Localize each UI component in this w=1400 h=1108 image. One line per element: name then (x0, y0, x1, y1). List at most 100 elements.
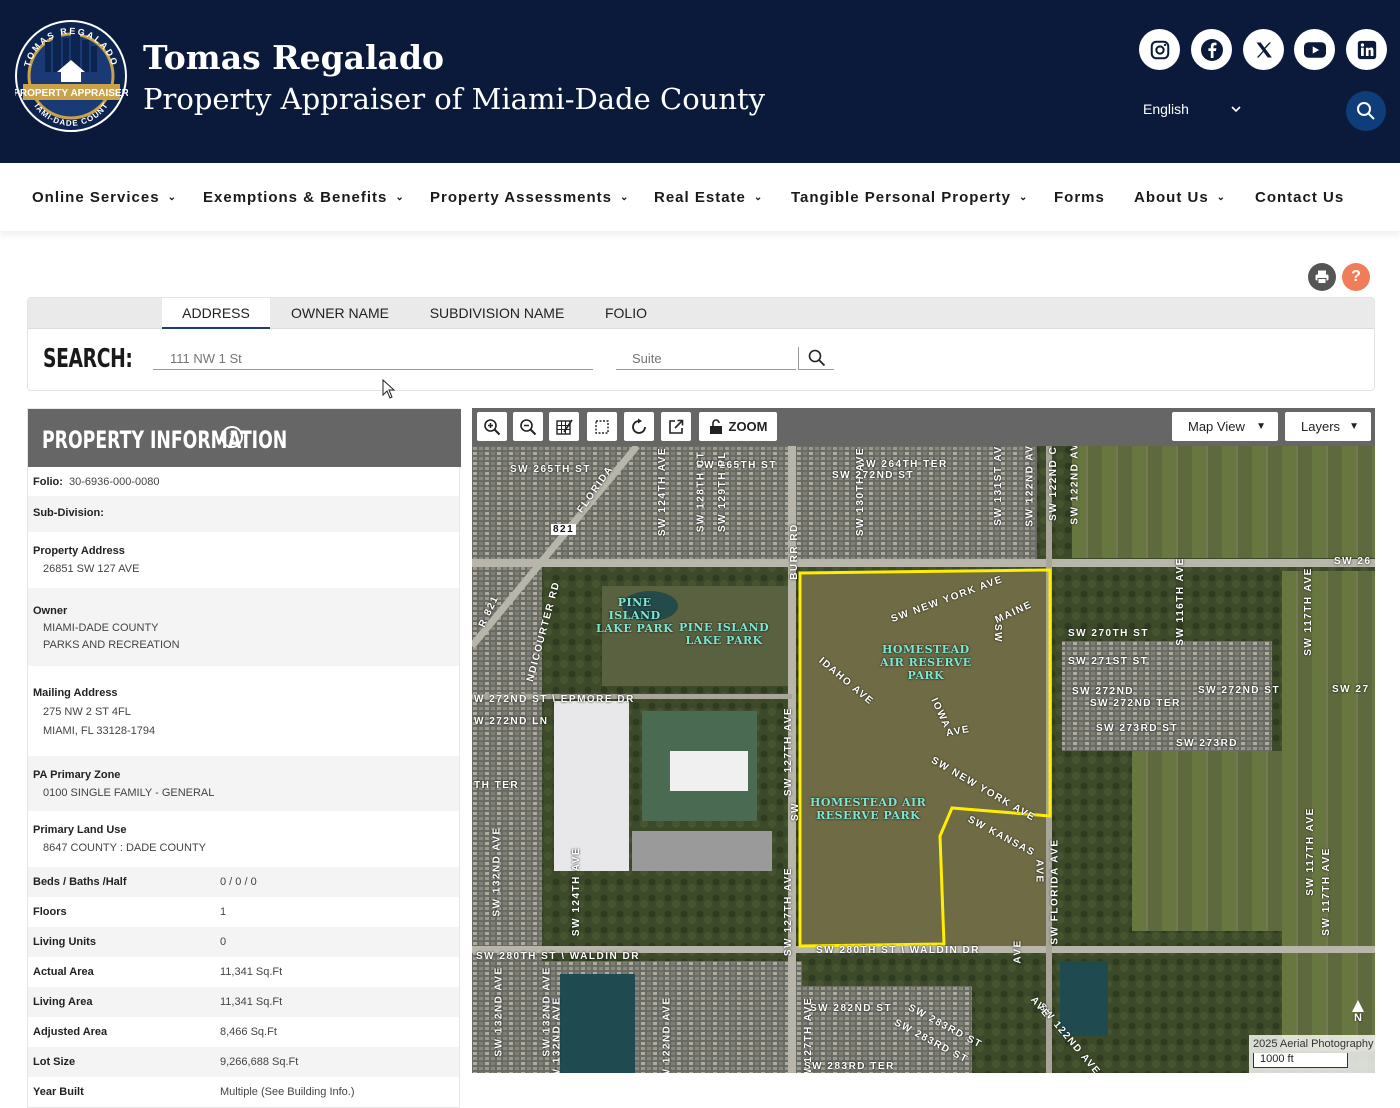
nav-exemptions-benefits[interactable]: Exemptions & Benefits ⌄ (203, 189, 405, 206)
lock-icon (709, 418, 722, 434)
print-icon[interactable] (1308, 263, 1336, 291)
park-label: PINE ISLAND LAKE PARK (679, 621, 770, 647)
aerial-map[interactable]: SW 265TH ST SW 265TH ST SW 264TH TER SW … (472, 446, 1375, 1073)
road-label: SW 127TH AVE (783, 706, 795, 797)
road-label: SW 264TH TER (858, 459, 948, 470)
nav-tangible-personal-property[interactable]: Tangible Personal Property ⌄ (791, 189, 1028, 206)
tab-folio[interactable]: FOLIO (594, 298, 658, 329)
road-label: SW 280TH ST \ WALDIN DR (816, 945, 980, 956)
zoom-in-icon[interactable] (477, 412, 507, 441)
road-label: SW 122ND AVE (1024, 446, 1036, 527)
road-label: AVE (1012, 939, 1024, 964)
road-label: SW 132ND AVE (551, 996, 563, 1073)
select-box-icon[interactable] (587, 412, 617, 441)
nav-online-services[interactable]: Online Services ⌄ (32, 189, 177, 206)
folio-row: Folio: 30-6936-000-0080 (28, 467, 459, 496)
north-arrow-label: N (1354, 1012, 1364, 1024)
fact-value: 9,266,688 Sq.Ft (220, 1056, 299, 1068)
fact-value: 0 (220, 936, 227, 948)
tab-address[interactable]: ADDRESS (162, 298, 270, 329)
road-label: SW 265TH ST (696, 460, 777, 471)
property-appraiser-logo[interactable]: PROPERTY APPRAISER TOMAS REGALADO MIAMI-… (15, 12, 128, 142)
road-label: SW (790, 801, 802, 822)
fact-value: 1 (220, 906, 227, 918)
linkedin-icon[interactable] (1346, 29, 1387, 70)
road-label: SW 127TH AVE (783, 866, 795, 957)
road-label: SW 26 (1334, 556, 1372, 567)
road-label: SW 124TH AVE (571, 846, 583, 937)
mailing-line2: MIAMI, FL 33128-1794 (43, 725, 156, 737)
primary-land-use-row: Primary Land Use 8647 COUNTY : DADE COUN… (28, 811, 459, 867)
chevron-down-icon: ⌄ (167, 192, 177, 203)
owner-line1: MIAMI-DADE COUNTY (43, 622, 159, 634)
property-information-panel: PROPERTY INFORMATION i Folio: 30-6936-00… (27, 408, 461, 1108)
road-label: 821 (551, 524, 577, 535)
road-label: SW 132ND AVE (491, 826, 503, 917)
road-label: AVE (1033, 859, 1045, 884)
road-label: SW 273RD ST (1096, 723, 1179, 734)
property-address-row: Property Address 26851 SW 127 AVE (28, 532, 459, 588)
primary-zone-label: PA Primary Zone (33, 769, 121, 781)
measure-icon[interactable] (549, 412, 579, 441)
property-address-label: Property Address (33, 545, 125, 557)
road-label: SW 27 (1332, 684, 1370, 695)
fact-label: Actual Area (33, 966, 94, 978)
road-label: SW 122ND AVE (1069, 446, 1081, 525)
fact-value: Multiple (See Building Info.) (220, 1086, 355, 1098)
address-search-input[interactable] (153, 347, 593, 370)
refresh-icon[interactable] (624, 412, 654, 441)
suite-input[interactable] (616, 347, 796, 370)
mailing-line1: 275 NW 2 ST 4FL (43, 706, 131, 718)
chevron-down-icon: ⌄ (753, 192, 764, 203)
map-view-select[interactable]: Map View ▼ (1172, 412, 1278, 441)
primary-land-use-label: Primary Land Use (33, 824, 127, 836)
road-label: SW 273RD (1176, 738, 1239, 749)
scale-bar: 1000 ft (1253, 1053, 1348, 1068)
nav-forms[interactable]: Forms (1054, 189, 1105, 206)
instagram-icon[interactable] (1139, 29, 1180, 70)
site-search-button[interactable] (1346, 91, 1386, 131)
fact-row: Beds / Baths /Half 0 / 0 / 0 (28, 867, 459, 897)
nav-about-us[interactable]: About Us ⌄ (1134, 189, 1226, 206)
caret-down-icon: ▼ (1256, 421, 1266, 432)
fact-row: Living Units 0 (28, 927, 459, 957)
zoom-out-icon[interactable] (513, 412, 543, 441)
map-toolbar: ZOOM Map View ▼ Layers ▼ (472, 408, 1375, 446)
property-address-value: 26851 SW 127 AVE (43, 563, 140, 575)
tab-subdivision-name[interactable]: SUBDIVISION NAME (422, 298, 572, 329)
mouse-cursor-icon (382, 379, 396, 399)
zoom-lock-button[interactable]: ZOOM (699, 412, 777, 441)
info-icon[interactable]: i (221, 426, 243, 448)
site-header: PROPERTY APPRAISER TOMAS REGALADO MIAMI-… (0, 0, 1400, 163)
chevron-down-icon: ⌄ (395, 192, 405, 203)
fact-row: Living Area 11,341 Sq.Ft (28, 987, 459, 1017)
x-icon[interactable] (1243, 29, 1284, 70)
logo-band-text: PROPERTY APPRAISER (15, 88, 128, 99)
chevron-down-icon: ⌄ (1216, 192, 1227, 203)
search-icon (1357, 102, 1375, 120)
nav-real-estate[interactable]: Real Estate ⌄ (654, 189, 763, 206)
fact-label: Floors (33, 906, 67, 918)
nav-contact-us[interactable]: Contact Us (1255, 189, 1344, 206)
help-icon[interactable]: ? (1342, 263, 1370, 291)
search-tabs: ADDRESS OWNER NAME SUBDIVISION NAME FOLI… (28, 298, 1374, 329)
external-link-icon[interactable] (661, 412, 691, 441)
road-label: SW 131ST AVE (992, 446, 1004, 526)
chevron-down-icon: ⌄ (620, 192, 630, 203)
main-nav: Online Services ⌄ Exemptions & Benefits ⌄ … (0, 163, 1400, 231)
road-label: SW 272ND ST (1198, 685, 1281, 696)
search-submit-button[interactable] (798, 347, 834, 370)
language-select[interactable]: English (1143, 101, 1243, 121)
park-label: PINE ISLAND LAKE PARK (596, 596, 674, 635)
road-label: SW 127TH AVE (803, 996, 815, 1073)
facebook-icon[interactable] (1191, 29, 1232, 70)
fact-value: 0 / 0 / 0 (220, 876, 257, 888)
layers-select[interactable]: Layers ▼ (1285, 412, 1371, 441)
youtube-icon[interactable] (1294, 29, 1335, 70)
tab-owner-name[interactable]: OWNER NAME (282, 298, 398, 329)
fact-label: Beds / Baths /Half (33, 876, 127, 888)
subdivision-row: Sub-Division: (28, 496, 459, 532)
chevron-down-icon: ⌄ (1018, 192, 1029, 203)
road-label: W 272ND ST \ EPMORE DR (474, 694, 635, 705)
nav-property-assessments[interactable]: Property Assessments ⌄ (430, 189, 629, 206)
